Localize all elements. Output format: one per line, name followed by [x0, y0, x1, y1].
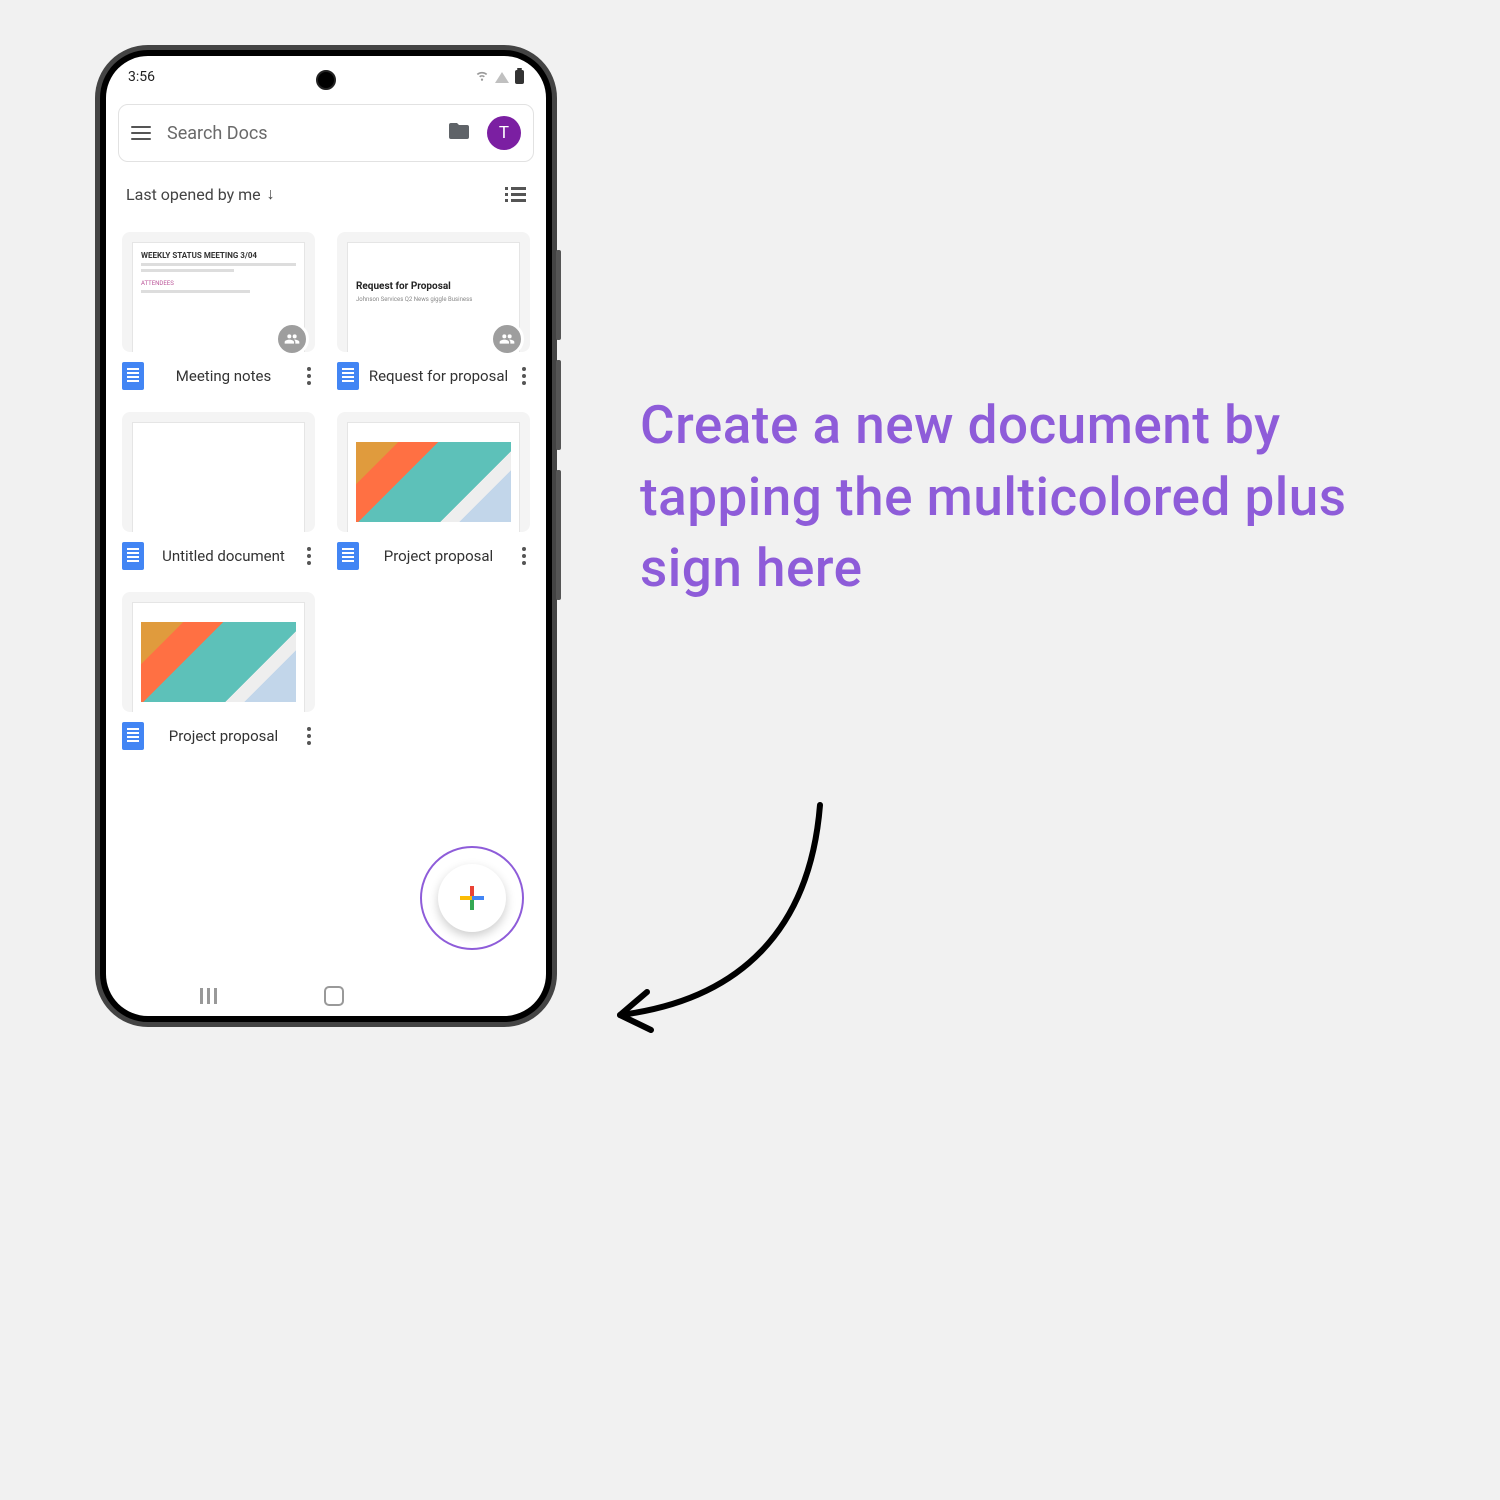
doc-card[interactable]: Project proposal: [122, 592, 315, 750]
system-nav-bar: [106, 986, 546, 1006]
doc-card[interactable]: Request for Proposal Johnson Services Q2…: [337, 232, 530, 390]
doc-title: Project proposal: [152, 727, 295, 745]
docs-file-icon: [122, 362, 144, 390]
doc-thumbnail: Request for Proposal Johnson Services Q2…: [337, 232, 530, 352]
volume-up-button: [556, 250, 561, 340]
create-document-button[interactable]: [438, 864, 506, 932]
callout-arrow: [585, 790, 845, 1050]
sort-filter[interactable]: Last opened by me ↓: [126, 184, 275, 204]
arrow-down-icon: ↓: [267, 184, 275, 204]
docs-file-icon: [337, 362, 359, 390]
more-options-button[interactable]: [303, 543, 315, 569]
instruction-callout: Create a new document by tapping the mul…: [640, 390, 1370, 605]
shared-icon: [275, 322, 309, 356]
thumb-meeting-header: WEEKLY STATUS MEETING 3/04: [141, 251, 296, 260]
doc-thumbnail: [122, 412, 315, 532]
signal-icon: [495, 72, 509, 83]
more-options-button[interactable]: [303, 723, 315, 749]
view-toggle-button[interactable]: [505, 187, 526, 202]
thumb-proposal-header: Request for Proposal: [356, 281, 451, 292]
doc-card[interactable]: Untitled document: [122, 412, 315, 570]
nav-recents-button[interactable]: [200, 988, 217, 1004]
doc-thumbnail: WEEKLY STATUS MEETING 3/04 ATTENDEES: [122, 232, 315, 352]
doc-title: Meeting notes: [152, 367, 295, 385]
docs-file-icon: [122, 722, 144, 750]
thumb-proposal-sub: Johnson Services Q2 News giggle Business: [356, 296, 511, 303]
menu-icon[interactable]: [131, 126, 151, 140]
search-bar[interactable]: Search Docs T: [118, 104, 534, 162]
power-button: [556, 470, 561, 600]
account-avatar[interactable]: T: [487, 116, 521, 150]
search-input[interactable]: Search Docs: [167, 123, 431, 144]
more-options-button[interactable]: [303, 363, 315, 389]
document-grid: WEEKLY STATUS MEETING 3/04 ATTENDEES Mee…: [106, 212, 546, 770]
docs-file-icon: [337, 542, 359, 570]
volume-down-button: [556, 360, 561, 450]
more-options-button[interactable]: [518, 543, 530, 569]
sort-label: Last opened by me: [126, 185, 261, 204]
fab-highlight-ring: [420, 846, 524, 950]
doc-card[interactable]: Project proposal: [337, 412, 530, 570]
doc-thumbnail: [337, 412, 530, 532]
doc-card[interactable]: WEEKLY STATUS MEETING 3/04 ATTENDEES Mee…: [122, 232, 315, 390]
avatar-initial: T: [499, 123, 509, 143]
battery-icon: [515, 70, 524, 84]
nav-home-button[interactable]: [324, 986, 344, 1006]
doc-title: Untitled document: [152, 547, 295, 565]
doc-title: Project proposal: [367, 547, 510, 565]
doc-thumbnail: [122, 592, 315, 712]
doc-title: Request for proposal: [367, 367, 510, 385]
status-time: 3:56: [128, 69, 155, 85]
folder-icon[interactable]: [447, 119, 471, 147]
wifi-icon: [475, 68, 489, 86]
plus-icon: [460, 886, 484, 910]
shared-icon: [490, 322, 524, 356]
docs-file-icon: [122, 542, 144, 570]
phone-frame: 3:56 Search Docs T Last opened by me: [100, 50, 552, 1022]
camera-notch: [316, 70, 336, 90]
more-options-button[interactable]: [518, 363, 530, 389]
